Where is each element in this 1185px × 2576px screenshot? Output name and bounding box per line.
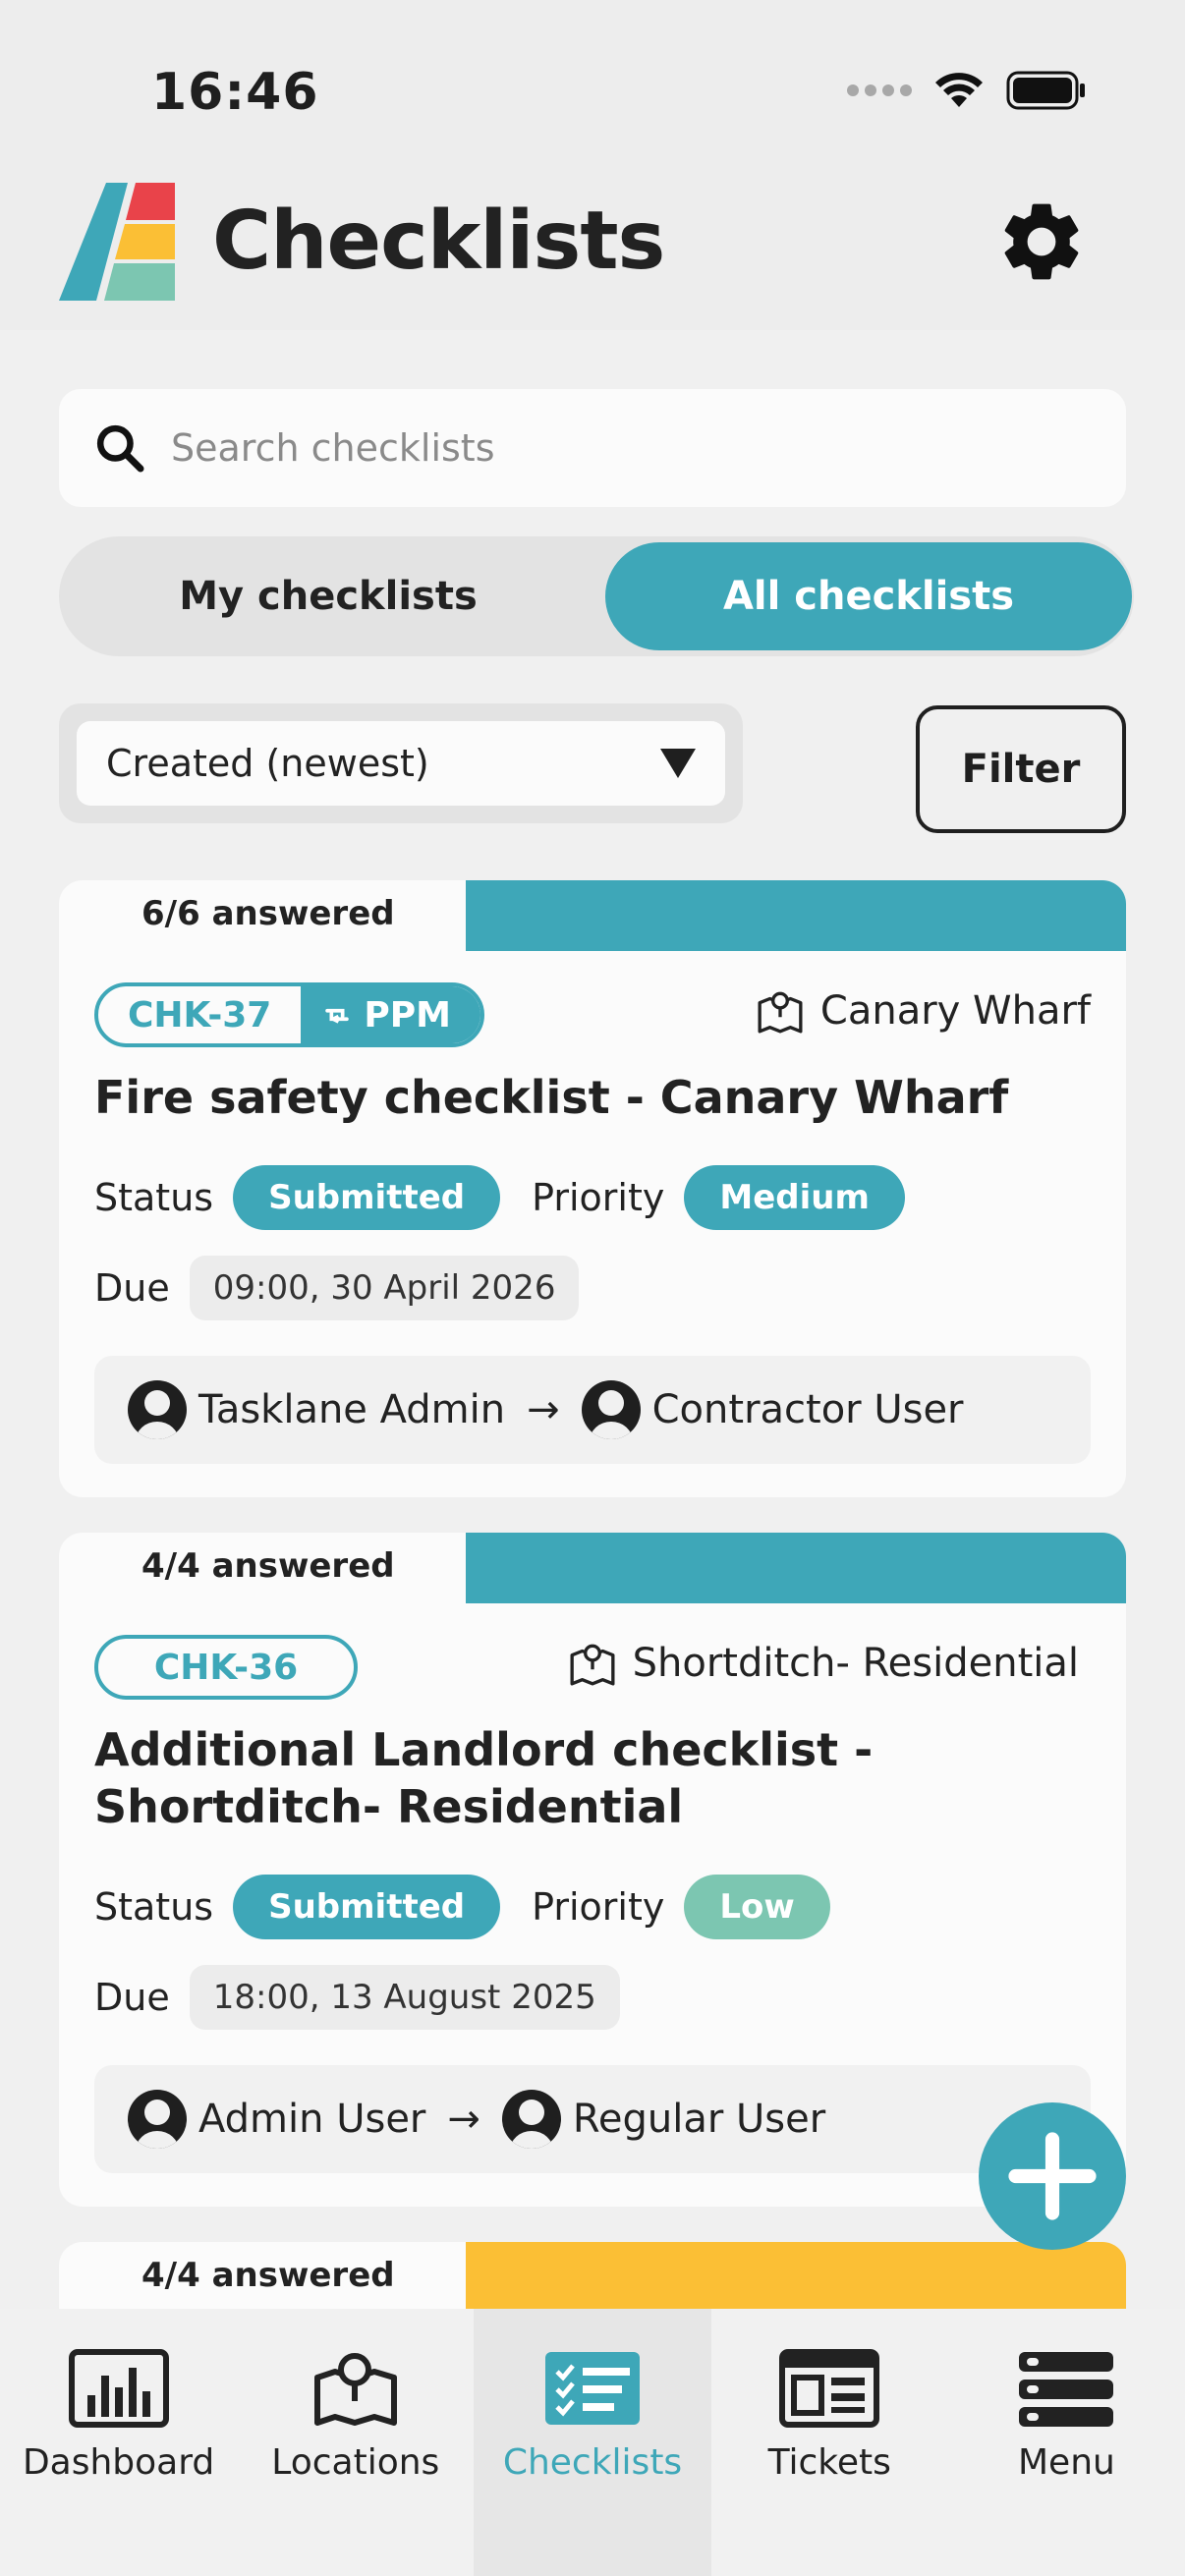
plus-icon bbox=[1008, 2132, 1097, 2220]
bottom-navigation: Dashboard Locations Checklists Tickets M… bbox=[0, 2309, 1185, 2576]
status-label: Status bbox=[94, 1885, 214, 1929]
assignment-row: Admin User → Regular User bbox=[94, 2065, 1091, 2173]
nav-label: Tickets bbox=[767, 2442, 891, 2483]
due-date: 18:00, 13 August 2025 bbox=[189, 1965, 620, 2030]
assigned-by: Tasklane Admin bbox=[198, 1387, 506, 1432]
settings-gear-icon[interactable] bbox=[994, 195, 1089, 289]
avatar bbox=[128, 2090, 187, 2149]
recurring-icon bbox=[325, 1008, 350, 1024]
answered-count: 4/4 answered bbox=[141, 1546, 395, 1586]
map-location-icon bbox=[758, 991, 803, 1034]
battery-icon bbox=[1006, 71, 1085, 110]
nav-label: Dashboard bbox=[22, 2442, 215, 2483]
assigned-by: Admin User bbox=[198, 2097, 426, 2142]
avatar bbox=[581, 1380, 641, 1439]
nav-locations[interactable]: Locations bbox=[237, 2309, 474, 2576]
location-name: Canary Wharf bbox=[819, 988, 1091, 1034]
search-icon bbox=[96, 424, 144, 473]
due-row: Due 18:00, 13 August 2025 bbox=[94, 1965, 620, 2030]
id-pill: CHK-37 PPM bbox=[94, 982, 484, 1047]
ticket-icon bbox=[779, 2349, 880, 2428]
map-location-icon bbox=[570, 1644, 615, 1686]
arrow-right-icon: → bbox=[527, 1387, 560, 1432]
tab-my-checklists[interactable]: My checklists bbox=[65, 542, 592, 650]
nav-dashboard[interactable]: Dashboard bbox=[0, 2309, 237, 2576]
menu-icon bbox=[1019, 2352, 1114, 2427]
due-label: Due bbox=[94, 1976, 170, 2019]
ppm-label: PPM bbox=[364, 994, 451, 1036]
priority-label: Priority bbox=[532, 1885, 665, 1929]
cellular-signal-icon bbox=[847, 84, 912, 96]
map-pin-icon bbox=[313, 2353, 397, 2426]
location-name: Shortditch- Residential bbox=[632, 1641, 1079, 1686]
sort-selected-value: Created (newest) bbox=[106, 742, 429, 785]
status-badge: Submitted bbox=[233, 1165, 501, 1230]
assigned-to: Contractor User bbox=[651, 1387, 964, 1432]
status-time: 16:46 bbox=[151, 63, 319, 122]
checklist-id: CHK-36 bbox=[153, 1647, 299, 1688]
due-row: Due 09:00, 30 April 2026 bbox=[94, 1256, 580, 1320]
filter-button[interactable]: Filter bbox=[916, 705, 1126, 833]
nav-tickets[interactable]: Tickets bbox=[711, 2309, 948, 2576]
status-priority-row: Status Submitted Priority Low bbox=[94, 1875, 830, 1939]
page-title: Checklists bbox=[212, 195, 665, 288]
nav-menu[interactable]: Menu bbox=[948, 2309, 1185, 2576]
due-date: 09:00, 30 April 2026 bbox=[189, 1256, 580, 1320]
status-icons bbox=[847, 71, 1087, 110]
progress-bar-fill bbox=[466, 1533, 1126, 1603]
location-label: Canary Wharf bbox=[756, 986, 1091, 1036]
avatar bbox=[501, 2090, 561, 2149]
answered-progress: 6/6 answered bbox=[59, 880, 1126, 951]
search-input[interactable] bbox=[171, 426, 1055, 470]
checklist-card[interactable]: 4/4 answered CHK-36 Shortditch- Resident… bbox=[59, 1533, 1126, 2207]
bar-chart-icon bbox=[68, 2349, 169, 2428]
nav-checklists[interactable]: Checklists bbox=[474, 2309, 711, 2576]
answered-count: 6/6 answered bbox=[141, 894, 395, 933]
due-label: Due bbox=[94, 1266, 170, 1310]
checklist-title: Additional Landlord checklist - Shortdit… bbox=[94, 1723, 874, 1833]
sort-dropdown-container: Created (newest) bbox=[59, 703, 743, 823]
nav-label: Locations bbox=[271, 2442, 440, 2483]
nav-label: Menu bbox=[1017, 2442, 1115, 2483]
avatar bbox=[128, 1380, 187, 1439]
status-badge: Submitted bbox=[233, 1875, 501, 1939]
checklist-icon bbox=[545, 2352, 640, 2425]
checklist-scope-toggle: My checklists All checklists bbox=[59, 536, 1134, 656]
id-pill: CHK-36 bbox=[94, 1635, 358, 1700]
search-bar[interactable] bbox=[59, 389, 1126, 507]
sort-dropdown[interactable]: Created (newest) bbox=[77, 721, 725, 806]
app-header: Checklists bbox=[0, 157, 1185, 330]
checklist-id-pill: CHK-37 PPM bbox=[94, 982, 484, 1047]
wifi-icon bbox=[935, 73, 983, 107]
checklist-card[interactable]: 6/6 answered CHK-37 PPM Canary Wharf Fir… bbox=[59, 880, 1126, 1497]
answered-progress: 4/4 answered bbox=[59, 1533, 1126, 1603]
tab-all-checklists[interactable]: All checklists bbox=[605, 542, 1132, 650]
assigned-to: Regular User bbox=[572, 2097, 826, 2142]
checklist-id-pill: CHK-36 bbox=[94, 1635, 358, 1700]
arrow-right-icon: → bbox=[447, 2097, 480, 2142]
assignment-row: Tasklane Admin → Contractor User bbox=[94, 1356, 1091, 1464]
answered-progress: 4/4 answered bbox=[59, 2242, 1126, 2313]
app-logo-icon bbox=[59, 183, 175, 301]
priority-badge: Medium bbox=[684, 1165, 905, 1230]
dropdown-triangle-icon bbox=[660, 749, 696, 778]
progress-bar-fill bbox=[466, 880, 1126, 951]
priority-badge: Low bbox=[684, 1875, 830, 1939]
nav-label: Checklists bbox=[502, 2442, 683, 2483]
checklist-title: Fire safety checklist - Canary Wharf bbox=[94, 1071, 1009, 1124]
status-priority-row: Status Submitted Priority Medium bbox=[94, 1165, 905, 1230]
answered-count: 4/4 answered bbox=[141, 2256, 395, 2295]
ppm-tag: PPM bbox=[301, 986, 480, 1043]
progress-bar-fill bbox=[466, 2242, 1126, 2313]
checklist-id: CHK-37 bbox=[128, 994, 272, 1036]
status-label: Status bbox=[94, 1176, 214, 1219]
priority-label: Priority bbox=[532, 1176, 665, 1219]
add-checklist-button[interactable] bbox=[979, 2102, 1126, 2250]
location-label: Shortditch- Residential bbox=[568, 1639, 1079, 1688]
